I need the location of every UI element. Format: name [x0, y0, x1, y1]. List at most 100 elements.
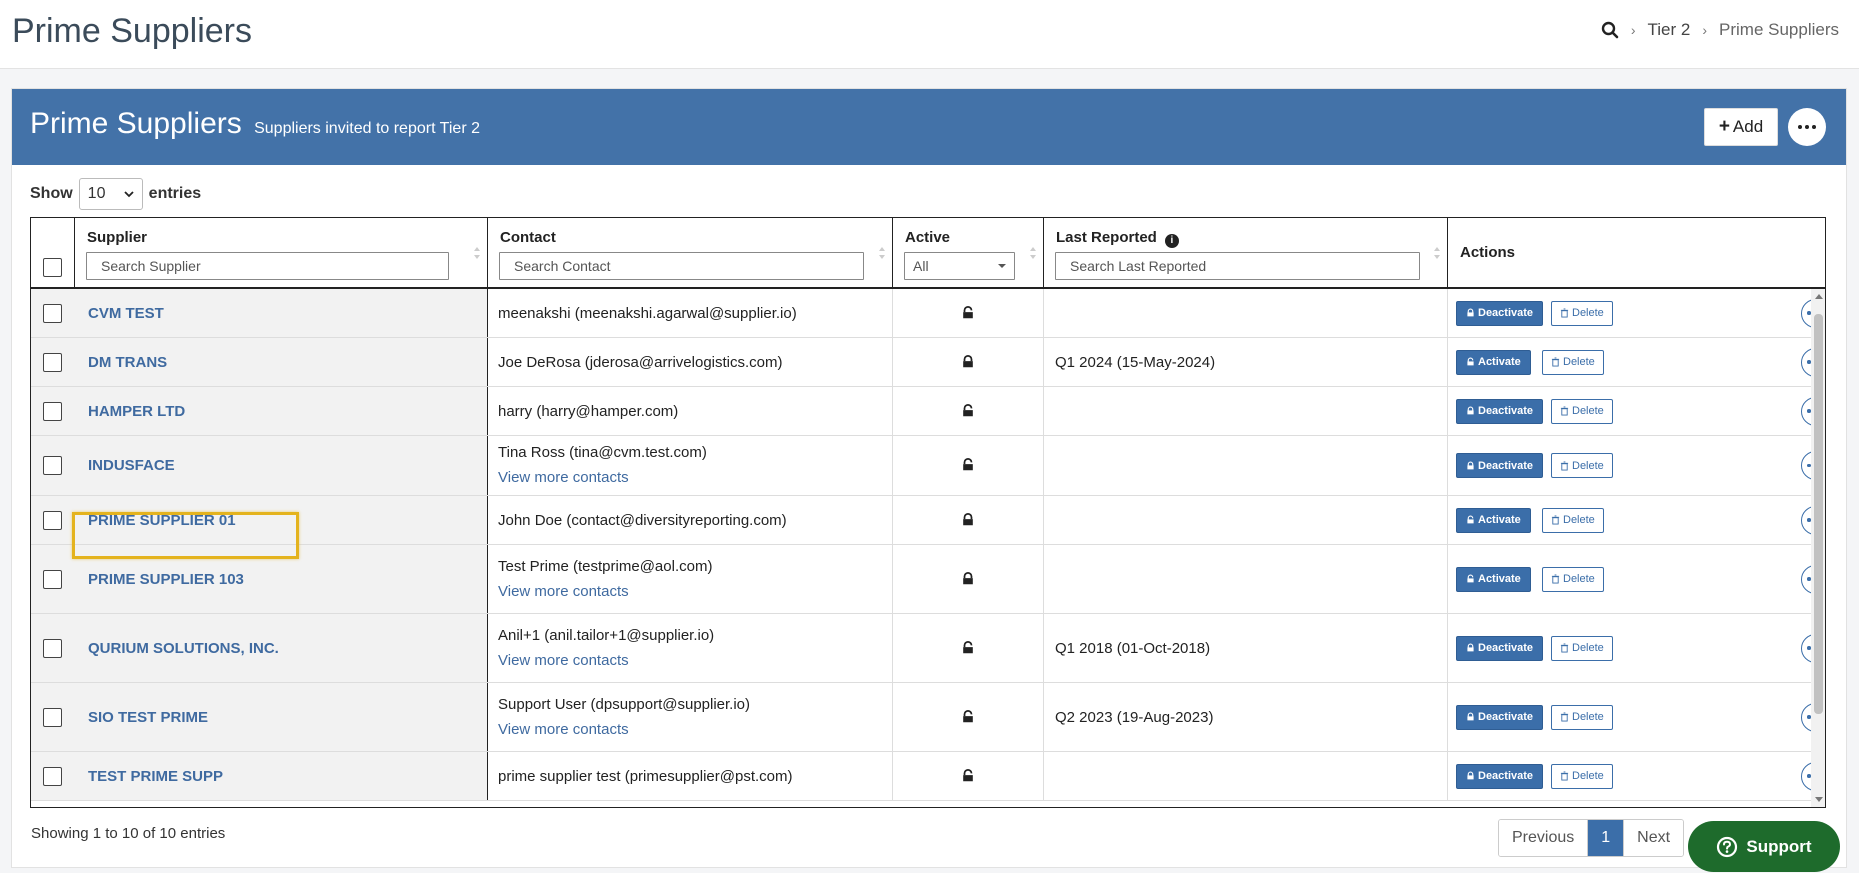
- supplier-link[interactable]: HAMPER LTD: [88, 403, 185, 420]
- action-button-label: Deactivate: [1478, 307, 1534, 319]
- contact-text: Joe DeRosa (jderosa@arrivelogistics.com): [498, 353, 783, 371]
- row-checkbox[interactable]: [43, 456, 62, 475]
- view-more-contacts-link[interactable]: View more contacts: [498, 652, 629, 669]
- support-button[interactable]: Support: [1688, 821, 1840, 872]
- deactivate-button[interactable]: Deactivate: [1456, 763, 1544, 789]
- deactivate-button[interactable]: Deactivate: [1456, 704, 1544, 730]
- row-select-cell: [31, 614, 75, 682]
- unlock-icon: [1467, 357, 1474, 366]
- active-cell: [893, 496, 1044, 544]
- header-supplier[interactable]: Supplier Search Supplier: [75, 218, 488, 289]
- last-reported-cell: Q1 2018 (01-Oct-2018): [1044, 614, 1448, 682]
- action-button-label: Deactivate: [1478, 405, 1534, 417]
- search-last-reported-input[interactable]: Search Last Reported: [1055, 252, 1420, 280]
- row-checkbox[interactable]: [43, 707, 62, 727]
- deactivate-button[interactable]: Deactivate: [1456, 300, 1544, 326]
- supplier-cell: CVM TEST: [75, 289, 488, 337]
- row-select-cell: [31, 289, 75, 337]
- row-checkbox[interactable]: [43, 303, 62, 323]
- supplier-link[interactable]: QURIUM SOLUTIONS, INC.: [88, 640, 279, 657]
- page-1-button[interactable]: 1: [1588, 820, 1625, 856]
- view-more-contacts-link[interactable]: View more contacts: [498, 721, 629, 738]
- last-reported-cell: [1044, 387, 1448, 435]
- supplier-link[interactable]: PRIME SUPPLIER 103: [88, 571, 244, 588]
- header-last-reported[interactable]: Last Reported i Search Last Reported: [1044, 218, 1448, 289]
- entries-select[interactable]: 10: [78, 178, 143, 210]
- supplier-link[interactable]: SIO TEST PRIME: [88, 709, 208, 726]
- unlock-icon: [963, 640, 973, 653]
- delete-button[interactable]: Delete: [1542, 507, 1604, 533]
- row-checkbox[interactable]: [43, 638, 62, 658]
- previous-page-button[interactable]: Previous: [1499, 820, 1589, 856]
- lock-icon: [1467, 712, 1474, 721]
- support-label: Support: [1746, 836, 1812, 856]
- row-checkbox[interactable]: [43, 352, 62, 372]
- delete-button[interactable]: Delete: [1551, 635, 1613, 661]
- view-more-contacts-link[interactable]: View more contacts: [498, 583, 629, 600]
- deactivate-button[interactable]: Deactivate: [1456, 453, 1544, 478]
- scrollbar-thumb[interactable]: [1814, 314, 1823, 714]
- trash-icon: [1551, 515, 1560, 525]
- last-reported-cell: Q2 2023 (19-Aug-2023): [1044, 683, 1448, 751]
- delete-button-label: Delete: [1563, 356, 1595, 368]
- actions-cell: Deactivate Delete: [1448, 683, 1811, 751]
- view-more-contacts-link[interactable]: View more contacts: [498, 469, 629, 486]
- delete-button[interactable]: Delete: [1551, 453, 1613, 478]
- deactivate-button[interactable]: Deactivate: [1456, 398, 1544, 424]
- active-cell: [893, 683, 1044, 751]
- top-bar: Prime Suppliers › Tier 2 › Prime Supplie…: [0, 0, 1859, 69]
- panel-more-button[interactable]: [1788, 108, 1826, 146]
- activate-button[interactable]: Activate: [1456, 566, 1531, 592]
- row-checkbox[interactable]: [43, 766, 62, 786]
- row-checkbox[interactable]: [43, 510, 62, 530]
- active-cell: [893, 614, 1044, 682]
- info-icon[interactable]: i: [1164, 234, 1179, 248]
- search-supplier-input[interactable]: Search Supplier: [86, 252, 449, 280]
- header-active[interactable]: Active All: [893, 218, 1044, 289]
- search-icon[interactable]: [1601, 21, 1619, 39]
- active-filter-select[interactable]: All: [904, 252, 1015, 280]
- delete-button-label: Delete: [1563, 573, 1595, 585]
- activate-button[interactable]: Activate: [1456, 507, 1531, 533]
- next-page-button[interactable]: Next: [1624, 820, 1684, 856]
- row-select-cell: [31, 496, 75, 544]
- header-contact[interactable]: Contact Search Contact: [488, 218, 893, 289]
- supplier-link[interactable]: PRIME SUPPLIER 01: [88, 512, 236, 529]
- contact-cell: John Doe (contact@diversityreporting.com…: [488, 496, 893, 544]
- actions-cell: Activate Delete: [1448, 496, 1811, 544]
- trash-icon: [1560, 771, 1569, 781]
- supplier-link[interactable]: INDUSFACE: [88, 457, 175, 474]
- last-reported-cell: Q1 2024 (15-May-2024): [1044, 338, 1448, 386]
- select-all-checkbox[interactable]: [43, 258, 62, 277]
- search-contact-input[interactable]: Search Contact: [499, 252, 864, 280]
- actions-cell: Activate Delete: [1448, 338, 1811, 386]
- delete-button[interactable]: Delete: [1542, 566, 1604, 592]
- ellipsis-icon: [1798, 125, 1816, 129]
- contact-cell: meenakshi (meenakshi.agarwal@supplier.io…: [488, 289, 893, 337]
- lock-icon: [963, 354, 973, 367]
- supplier-link[interactable]: TEST PRIME SUPP: [88, 768, 223, 785]
- row-checkbox[interactable]: [43, 401, 62, 421]
- supplier-cell: INDUSFACE: [75, 436, 488, 495]
- deactivate-button[interactable]: Deactivate: [1456, 635, 1544, 661]
- delete-button[interactable]: Delete: [1551, 300, 1613, 326]
- row-checkbox[interactable]: [43, 569, 62, 589]
- delete-button[interactable]: Delete: [1551, 704, 1613, 730]
- delete-button[interactable]: Delete: [1551, 398, 1613, 424]
- delete-button[interactable]: Delete: [1542, 349, 1604, 375]
- scroll-up-icon[interactable]: [1815, 294, 1823, 299]
- delete-button-label: Delete: [1572, 459, 1604, 472]
- action-button-label: Activate: [1478, 514, 1521, 526]
- action-button-label: Deactivate: [1478, 642, 1534, 654]
- add-button[interactable]: + Add: [1704, 108, 1778, 146]
- supplier-link[interactable]: CVM TEST: [88, 305, 164, 322]
- table-scrollbar[interactable]: [1811, 289, 1825, 807]
- supplier-link[interactable]: DM TRANS: [88, 354, 167, 371]
- sort-icon: [1434, 247, 1440, 259]
- delete-button-label: Delete: [1572, 405, 1604, 417]
- delete-button[interactable]: Delete: [1551, 763, 1613, 789]
- table-row: INDUSFACE Tina Ross (tina@cvm.test.com) …: [31, 436, 1811, 496]
- activate-button[interactable]: Activate: [1456, 349, 1531, 375]
- breadcrumb-tier[interactable]: Tier 2: [1648, 20, 1691, 40]
- scroll-down-icon[interactable]: [1815, 797, 1823, 802]
